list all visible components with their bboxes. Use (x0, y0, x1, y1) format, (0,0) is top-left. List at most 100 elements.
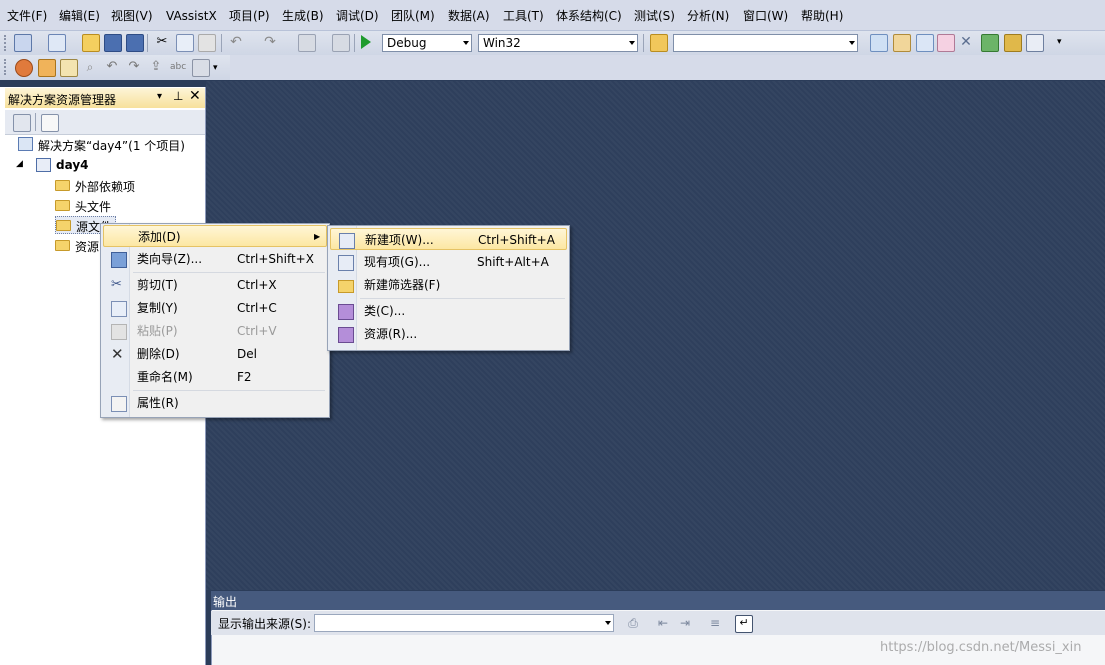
menu-help[interactable]: 帮助(H) (801, 8, 843, 24)
add-item-icon[interactable] (48, 34, 66, 52)
spell-check-icon[interactable]: abc (170, 59, 186, 75)
previous-message-icon[interactable]: ⇤ (655, 615, 671, 631)
vax-options-icon[interactable] (15, 59, 33, 77)
toolbar-options-icon[interactable]: ▾ (213, 63, 221, 73)
solution-platform-select[interactable]: Win32 (478, 34, 638, 52)
delete-icon: ✕ (111, 345, 124, 363)
navigate-backward-icon[interactable] (298, 34, 316, 52)
shortcut-label: Ctrl+V (237, 324, 277, 338)
menu-item-rename[interactable]: 重命名(M) F2 (103, 366, 327, 388)
find-references-icon[interactable]: ⌕ (82, 59, 98, 75)
menu-build[interactable]: 生成(B) (282, 8, 324, 24)
standard-toolbar: ✂ ↶ ↷ Debug Win32 ✕ ▾ (0, 31, 1105, 55)
menu-data[interactable]: 数据(A) (448, 8, 490, 24)
properties-icon[interactable] (41, 114, 59, 132)
tree-node-external-deps[interactable]: 外部依赖项 (55, 177, 205, 195)
command-window-icon[interactable] (1026, 34, 1044, 52)
back-icon[interactable]: ↶ (104, 59, 120, 75)
word-wrap-icon[interactable]: ↵ (735, 615, 753, 633)
find-combo[interactable] (673, 34, 858, 52)
navigate-forward-icon[interactable] (332, 34, 350, 52)
submenu-item-existing-item[interactable]: 现有项(G)... Shift+Alt+A (330, 251, 567, 273)
toolbox-icon[interactable] (937, 34, 955, 52)
shortcut-label: Ctrl+Shift+X (237, 252, 314, 266)
redo-icon[interactable]: ↷ (262, 34, 278, 50)
menu-team[interactable]: 团队(M) (391, 8, 435, 24)
menu-project[interactable]: 项目(P) (229, 8, 270, 24)
outline-icon[interactable] (192, 59, 210, 77)
menu-architecture[interactable]: 体系结构(C) (556, 8, 622, 24)
refactor-icon[interactable]: ⇪ (148, 59, 164, 75)
config-value: Debug (387, 36, 427, 50)
pin-icon[interactable]: ⊥ (173, 89, 183, 103)
tree-node-header-files[interactable]: 头文件 (55, 197, 205, 215)
menu-item-label: 现有项(G)... (364, 255, 431, 269)
new-project-icon[interactable] (14, 34, 32, 52)
paste-icon[interactable] (198, 34, 216, 52)
close-icon[interactable]: ✕ (189, 88, 201, 104)
scissors-icon: ✂ (111, 277, 122, 292)
menu-edit[interactable]: 编辑(E) (59, 8, 100, 24)
object-browser-icon[interactable] (916, 34, 934, 52)
solution-configuration-select[interactable]: Debug (382, 34, 472, 52)
properties-window-icon[interactable] (893, 34, 911, 52)
output-toolbar: 显示输出来源(S): ⎙ ⇤ ⇥ ≡ ↵ (211, 611, 1105, 635)
submenu-item-new-filter[interactable]: 新建筛选器(F) (330, 274, 567, 296)
open-file-icon[interactable] (82, 34, 100, 52)
submenu-item-resource[interactable]: 资源(R)... (330, 323, 567, 345)
cut-icon[interactable]: ✂ (154, 34, 170, 50)
menu-item-delete[interactable]: ✕ 删除(D) Del (103, 343, 327, 365)
forward-icon[interactable]: ↷ (126, 59, 142, 75)
next-message-icon[interactable]: ⇥ (677, 615, 693, 631)
menu-vassistx[interactable]: VAssistX (166, 8, 217, 24)
find-symbol-icon[interactable] (60, 59, 78, 77)
show-all-files-icon[interactable] (13, 114, 31, 132)
tree-project-node[interactable]: ◢ day4 (16, 157, 205, 175)
menu-view[interactable]: 视图(V) (111, 8, 153, 24)
node-label: 资源 (75, 240, 100, 254)
menu-window[interactable]: 窗口(W) (743, 8, 788, 24)
menu-file[interactable]: 文件(F) (7, 8, 47, 24)
start-debugging-icon[interactable] (361, 35, 371, 49)
menu-debug[interactable]: 调试(D) (336, 8, 379, 24)
save-all-icon[interactable] (126, 34, 144, 52)
solution-explorer-icon[interactable] (870, 34, 888, 52)
extension-manager-icon[interactable] (1004, 34, 1022, 52)
menu-item-copy[interactable]: 复制(Y) Ctrl+C (103, 297, 327, 319)
menu-item-add[interactable]: 添加(D) ▶ (103, 225, 327, 247)
find-in-files-icon[interactable] (650, 34, 668, 52)
submenu-arrow-icon: ▶ (314, 232, 321, 241)
output-source-select[interactable] (314, 614, 614, 632)
toolbar-grip[interactable] (4, 35, 9, 51)
tree-node-resource-files[interactable]: 资源 (55, 237, 103, 255)
menu-item-properties[interactable]: 属性(R) (103, 392, 327, 414)
tools-icon[interactable]: ✕ (958, 34, 974, 50)
menu-item-paste[interactable]: 粘贴(P) Ctrl+V (103, 320, 327, 342)
expanded-arrow-icon[interactable]: ◢ (16, 159, 23, 169)
shortcut-label: Del (237, 347, 257, 361)
clear-all-icon[interactable]: ≡ (707, 615, 723, 631)
toolbar-options-icon[interactable]: ▾ (1057, 37, 1065, 47)
undo-icon[interactable]: ↶ (228, 34, 244, 50)
menu-test[interactable]: 测试(S) (634, 8, 675, 24)
menu-analyze[interactable]: 分析(N) (687, 8, 729, 24)
copy-icon[interactable] (176, 34, 194, 52)
menu-item-cut[interactable]: ✂ 剪切(T) Ctrl+X (103, 274, 327, 296)
context-menu: 添加(D) ▶ 类向导(Z)... Ctrl+Shift+X ✂ 剪切(T) C… (100, 223, 330, 418)
solution-explorer-titlebar: 解决方案资源管理器 ▾ ⊥ ✕ (5, 88, 205, 108)
shortcut-label: F2 (237, 370, 252, 384)
open-file-in-solution-icon[interactable] (38, 59, 56, 77)
save-icon[interactable] (104, 34, 122, 52)
menu-item-class-wizard[interactable]: 类向导(Z)... Ctrl+Shift+X (103, 248, 327, 270)
tree-solution-node[interactable]: 解决方案“day4”(1 个项目) (18, 136, 205, 154)
folder-icon (338, 280, 354, 293)
submenu-item-new-item[interactable]: 新建项(W)... Ctrl+Shift+A (330, 228, 567, 250)
find-message-icon[interactable]: ⎙ (625, 615, 641, 631)
window-position-icon[interactable]: ▾ (157, 91, 162, 102)
node-label: 头文件 (75, 200, 112, 214)
start-page-icon[interactable] (981, 34, 999, 52)
toolbar-grip[interactable] (4, 59, 9, 75)
folder-icon (55, 240, 70, 251)
submenu-item-class[interactable]: 类(C)... (330, 300, 567, 322)
menu-tools[interactable]: 工具(T) (503, 8, 544, 24)
